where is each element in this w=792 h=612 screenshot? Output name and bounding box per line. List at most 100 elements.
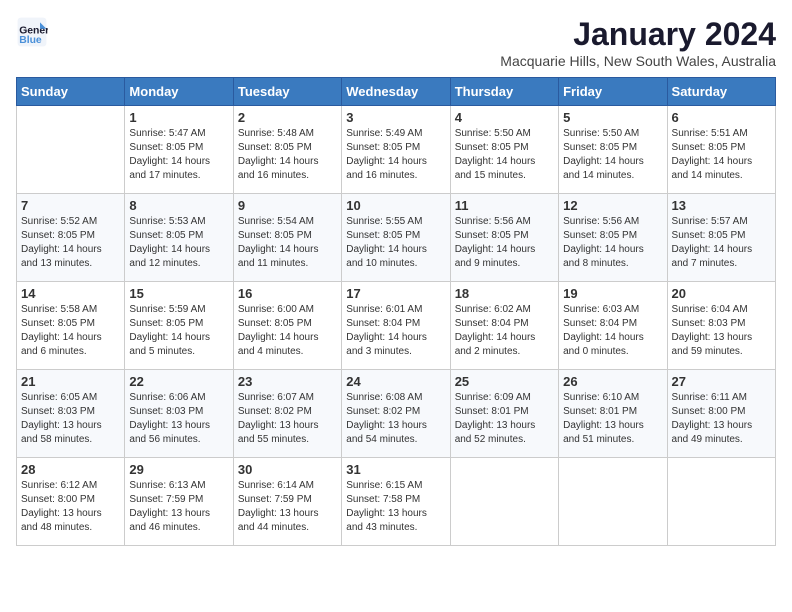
header-tuesday: Tuesday [233,78,341,106]
day-info: Sunrise: 5:48 AM Sunset: 8:05 PM Dayligh… [238,127,337,183]
day-number: 8 [129,198,228,213]
day-info: Sunrise: 6:02 AM Sunset: 8:04 PM Dayligh… [455,303,554,359]
calendar-cell: 9 Sunrise: 5:54 AM Sunset: 8:05 PM Daylig… [233,194,341,282]
day-info: Sunrise: 5:57 AM Sunset: 8:05 PM Dayligh… [672,215,771,271]
day-info: Sunrise: 5:50 AM Sunset: 8:05 PM Dayligh… [455,127,554,183]
calendar-cell: 3Sunrise: 5:49 AM Sunset: 8:05 PM Daylig… [342,106,450,194]
calendar-cell: 19 Sunrise: 6:03 AM Sunset: 8:04 PM Dayli… [559,282,667,370]
day-info: Sunrise: 5:55 AM Sunset: 8:05 PM Dayligh… [346,215,445,271]
day-number: 26 [563,374,662,389]
calendar-cell: 17 Sunrise: 6:01 AM Sunset: 8:04 PM Dayli… [342,282,450,370]
calendar-cell: 11 Sunrise: 5:56 AM Sunset: 8:05 PM Dayli… [450,194,558,282]
calendar-cell: 21 Sunrise: 6:05 AM Sunset: 8:03 PM Dayli… [17,370,125,458]
calendar-cell: 27Sunrise: 6:11 AM Sunset: 8:00 PM Dayli… [667,370,775,458]
day-info: Sunrise: 6:03 AM Sunset: 8:04 PM Dayligh… [563,303,662,359]
week-row-4: 28 Sunrise: 6:12 AM Sunset: 8:00 PM Dayli… [17,458,776,546]
calendar-cell [667,458,775,546]
calendar-cell: 30 Sunrise: 6:14 AM Sunset: 7:59 PM Dayli… [233,458,341,546]
calendar-cell: 15 Sunrise: 5:59 AM Sunset: 8:05 PM Dayli… [125,282,233,370]
day-info: Sunrise: 6:07 AM Sunset: 8:02 PM Dayligh… [238,391,337,447]
calendar-cell: 2 Sunrise: 5:48 AM Sunset: 8:05 PM Daylig… [233,106,341,194]
calendar-cell [17,106,125,194]
day-info: Sunrise: 5:56 AM Sunset: 8:05 PM Dayligh… [455,215,554,271]
header-wednesday: Wednesday [342,78,450,106]
week-row-1: 7 Sunrise: 5:52 AM Sunset: 8:05 PM Daylig… [17,194,776,282]
day-number: 30 [238,462,337,477]
calendar-cell: 25Sunrise: 6:09 AM Sunset: 8:01 PM Dayli… [450,370,558,458]
calendar-cell: 10 Sunrise: 5:55 AM Sunset: 8:05 PM Dayli… [342,194,450,282]
calendar-cell: 26Sunrise: 6:10 AM Sunset: 8:01 PM Dayli… [559,370,667,458]
day-info: Sunrise: 6:00 AM Sunset: 8:05 PM Dayligh… [238,303,337,359]
day-info: Sunrise: 5:51 AM Sunset: 8:05 PM Dayligh… [672,127,771,183]
day-number: 11 [455,198,554,213]
day-number: 29 [129,462,228,477]
calendar-cell: 5Sunrise: 5:50 AM Sunset: 8:05 PM Daylig… [559,106,667,194]
calendar-cell: 23 Sunrise: 6:07 AM Sunset: 8:02 PM Dayli… [233,370,341,458]
calendar-table: SundayMondayTuesdayWednesdayThursdayFrid… [16,77,776,546]
day-info: Sunrise: 5:59 AM Sunset: 8:05 PM Dayligh… [129,303,228,359]
calendar-header-row: SundayMondayTuesdayWednesdayThursdayFrid… [17,78,776,106]
calendar-cell: 31Sunrise: 6:15 AM Sunset: 7:58 PM Dayli… [342,458,450,546]
header-friday: Friday [559,78,667,106]
header-monday: Monday [125,78,233,106]
day-info: Sunrise: 6:11 AM Sunset: 8:00 PM Dayligh… [672,391,771,447]
header-sunday: Sunday [17,78,125,106]
calendar-cell: 20 Sunrise: 6:04 AM Sunset: 8:03 PM Dayli… [667,282,775,370]
calendar-cell: 1Sunrise: 5:47 AM Sunset: 8:05 PM Daylig… [125,106,233,194]
day-number: 19 [563,286,662,301]
calendar-cell: 12Sunrise: 5:56 AM Sunset: 8:05 PM Dayli… [559,194,667,282]
day-number: 18 [455,286,554,301]
calendar-cell: 7 Sunrise: 5:52 AM Sunset: 8:05 PM Daylig… [17,194,125,282]
calendar-cell [450,458,558,546]
calendar-cell: 29 Sunrise: 6:13 AM Sunset: 7:59 PM Dayli… [125,458,233,546]
day-number: 15 [129,286,228,301]
calendar-cell: 16 Sunrise: 6:00 AM Sunset: 8:05 PM Dayli… [233,282,341,370]
day-info: Sunrise: 6:13 AM Sunset: 7:59 PM Dayligh… [129,479,228,535]
day-number: 28 [21,462,120,477]
day-number: 22 [129,374,228,389]
day-number: 14 [21,286,120,301]
day-info: Sunrise: 6:05 AM Sunset: 8:03 PM Dayligh… [21,391,120,447]
day-info: Sunrise: 6:06 AM Sunset: 8:03 PM Dayligh… [129,391,228,447]
day-info: Sunrise: 6:08 AM Sunset: 8:02 PM Dayligh… [346,391,445,447]
logo: General Blue [16,16,48,48]
day-number: 4 [455,110,554,125]
calendar-cell: 6Sunrise: 5:51 AM Sunset: 8:05 PM Daylig… [667,106,775,194]
day-number: 2 [238,110,337,125]
header-saturday: Saturday [667,78,775,106]
calendar-cell: 13 Sunrise: 5:57 AM Sunset: 8:05 PM Dayli… [667,194,775,282]
day-info: Sunrise: 6:14 AM Sunset: 7:59 PM Dayligh… [238,479,337,535]
day-number: 21 [21,374,120,389]
day-info: Sunrise: 5:53 AM Sunset: 8:05 PM Dayligh… [129,215,228,271]
day-info: Sunrise: 5:49 AM Sunset: 8:05 PM Dayligh… [346,127,445,183]
day-number: 31 [346,462,445,477]
day-number: 23 [238,374,337,389]
day-number: 7 [21,198,120,213]
day-number: 10 [346,198,445,213]
day-info: Sunrise: 6:01 AM Sunset: 8:04 PM Dayligh… [346,303,445,359]
day-number: 9 [238,198,337,213]
calendar-cell [559,458,667,546]
day-info: Sunrise: 5:56 AM Sunset: 8:05 PM Dayligh… [563,215,662,271]
calendar-cell: 28 Sunrise: 6:12 AM Sunset: 8:00 PM Dayli… [17,458,125,546]
day-number: 25 [455,374,554,389]
day-number: 13 [672,198,771,213]
day-number: 16 [238,286,337,301]
page-header: General Blue January 2024 Macquarie Hill… [16,16,776,69]
week-row-2: 14 Sunrise: 5:58 AM Sunset: 8:05 PM Dayli… [17,282,776,370]
day-info: Sunrise: 5:52 AM Sunset: 8:05 PM Dayligh… [21,215,120,271]
day-number: 20 [672,286,771,301]
day-info: Sunrise: 6:12 AM Sunset: 8:00 PM Dayligh… [21,479,120,535]
day-info: Sunrise: 5:58 AM Sunset: 8:05 PM Dayligh… [21,303,120,359]
day-number: 17 [346,286,445,301]
day-info: Sunrise: 5:54 AM Sunset: 8:05 PM Dayligh… [238,215,337,271]
day-info: Sunrise: 5:50 AM Sunset: 8:05 PM Dayligh… [563,127,662,183]
calendar-cell: 4 Sunrise: 5:50 AM Sunset: 8:05 PM Daylig… [450,106,558,194]
svg-text:Blue: Blue [19,35,42,46]
location-subtitle: Macquarie Hills, New South Wales, Austra… [500,53,776,69]
day-info: Sunrise: 6:04 AM Sunset: 8:03 PM Dayligh… [672,303,771,359]
calendar-cell: 22 Sunrise: 6:06 AM Sunset: 8:03 PM Dayli… [125,370,233,458]
calendar-cell: 8 Sunrise: 5:53 AM Sunset: 8:05 PM Daylig… [125,194,233,282]
month-title: January 2024 [500,16,776,53]
week-row-0: 1Sunrise: 5:47 AM Sunset: 8:05 PM Daylig… [17,106,776,194]
